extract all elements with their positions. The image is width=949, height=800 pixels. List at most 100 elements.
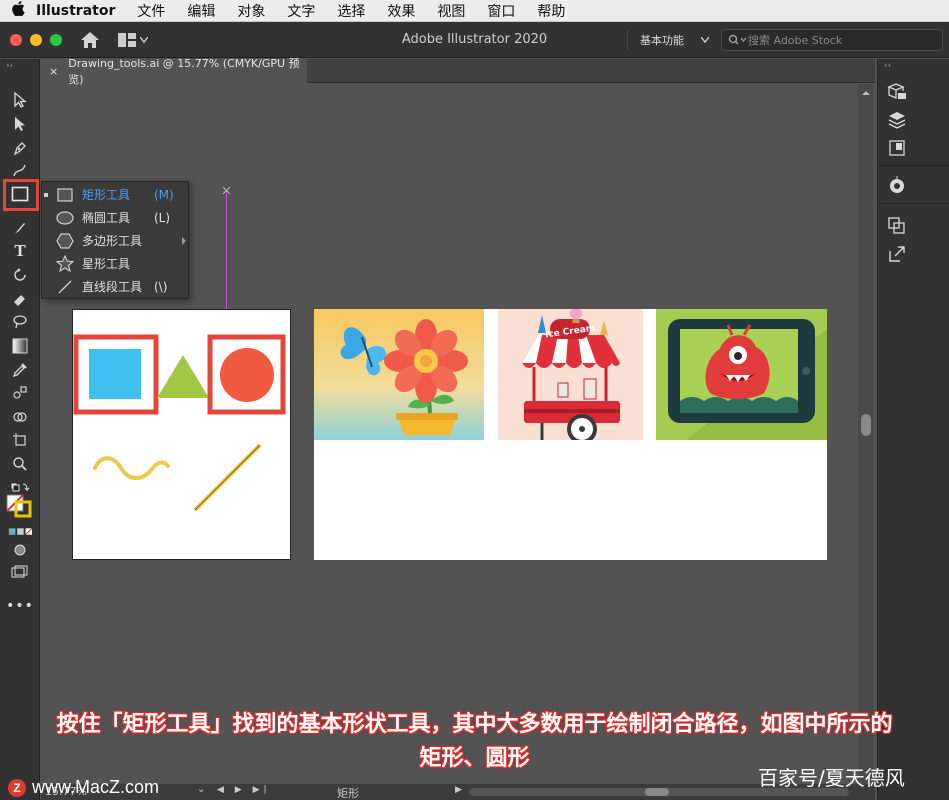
menu-select[interactable]: 选择 — [337, 1, 365, 21]
shape-tools-flyout: 矩形工具 (M) 椭圆工具 (L) 多边形工具 星形工具 直线段工具 (\) — [41, 181, 189, 299]
panel-divider — [878, 203, 949, 204]
menu-window[interactable]: 窗口 — [487, 1, 515, 21]
panel-collapse-icon[interactable]: ›› — [6, 61, 13, 71]
artboard-tool-icon[interactable] — [8, 429, 32, 451]
fill-stroke-swatch-icon[interactable] — [4, 493, 36, 519]
home-icon[interactable] — [80, 31, 100, 49]
shapes-artwork — [73, 334, 286, 512]
direct-selection-tool-icon[interactable] — [8, 113, 32, 135]
artboard-shapes[interactable] — [72, 309, 291, 560]
ellipse-icon — [54, 210, 76, 225]
rectangle-icon — [54, 187, 76, 202]
flyout-item-label: 多边形工具 — [82, 234, 143, 248]
artboard-illustrations[interactable]: Ice Cream — [314, 309, 827, 560]
gradient-tool-icon[interactable] — [8, 335, 32, 357]
rectangle-tool-highlight — [3, 179, 39, 211]
layers-panel-icon[interactable] — [886, 109, 908, 131]
flyout-item-rectangle[interactable]: 矩形工具 (M) — [42, 183, 190, 206]
star-icon — [54, 255, 76, 272]
screen-mode-icon[interactable] — [8, 561, 32, 583]
line-path-outline — [194, 444, 261, 511]
type-tool-icon[interactable]: T — [8, 240, 32, 262]
close-window-button[interactable] — [10, 33, 22, 46]
draw-mode-icon[interactable] — [8, 539, 32, 561]
menu-edit[interactable]: 编辑 — [187, 1, 215, 21]
zoom-dropdown-icon[interactable]: ⌄ — [197, 784, 205, 795]
current-tool-marker — [44, 193, 48, 197]
menu-help[interactable]: 帮助 — [537, 1, 565, 21]
flyout-item-label: 矩形工具 — [82, 188, 131, 202]
menu-app-name[interactable]: Illustrator — [36, 3, 115, 19]
line-segment-icon — [54, 279, 76, 295]
transform-panel-icon[interactable] — [886, 215, 908, 237]
lasso-tool-icon[interactable] — [8, 311, 32, 333]
macz-watermark: Z www.MacZ.com — [8, 777, 159, 798]
flyout-item-label: 直线段工具 — [82, 280, 143, 294]
curvature-tool-icon[interactable] — [8, 159, 32, 181]
flyout-item-polygon[interactable]: 多边形工具 — [42, 229, 190, 252]
menu-type[interactable]: 文字 — [287, 1, 315, 21]
arrange-documents-button[interactable] — [118, 32, 148, 47]
flyout-item-shortcut: (M) — [154, 187, 174, 202]
scroll-up-icon[interactable] — [858, 88, 874, 98]
scrollbar-thumb[interactable] — [861, 414, 871, 436]
paintbrush-tool-icon[interactable] — [8, 217, 32, 239]
menu-object[interactable]: 对象 — [237, 1, 265, 21]
blue-square-shape — [89, 349, 141, 399]
selection-tool-icon[interactable] — [8, 89, 32, 111]
document-tab-bar: × Drawing_tools.ai @ 15.77% (CMYK/GPU 预览… — [41, 57, 875, 86]
macz-watermark-text: www.MacZ.com — [32, 777, 160, 797]
arrange-documents-icon — [118, 32, 136, 47]
canvas-vertical-scrollbar[interactable] — [858, 84, 874, 784]
stock-search-input[interactable]: 搜索 Adobe Stock — [721, 29, 943, 51]
green-triangle-shape — [157, 355, 209, 398]
more-tools-icon[interactable]: ••• — [6, 595, 33, 617]
panel-collapse-icon[interactable]: ‹‹ — [884, 61, 891, 71]
blend-tool-icon[interactable] — [8, 382, 32, 404]
pen-tool-icon[interactable] — [8, 137, 32, 159]
baijiahao-watermark: 百家号/夏天德风 — [758, 766, 905, 790]
caption-line-1: 按住「矩形工具」找到的基本形状工具，其中大多数用于绘制闭合路径，如图中所示的 — [56, 712, 893, 737]
horizontal-scrollbar-thumb[interactable] — [645, 788, 669, 796]
flyout-item-line-segment[interactable]: 直线段工具 (\) — [42, 275, 190, 298]
menu-file[interactable]: 文件 — [137, 1, 165, 21]
zoom-window-button[interactable] — [50, 33, 62, 46]
color-guide-panel-icon[interactable] — [886, 175, 908, 197]
properties-panel-icon[interactable] — [886, 137, 908, 159]
tools-panel: ›› T ••• — [0, 59, 40, 800]
eraser-tool-icon[interactable] — [8, 288, 32, 310]
status-bar: 15.77% ⌄ ◀ ▶ ▶| 矩形 ▶ — [41, 784, 875, 800]
export-panel-icon[interactable] — [886, 243, 908, 265]
apple-logo-icon[interactable] — [0, 1, 36, 20]
monster-tablet-illustration — [656, 309, 827, 440]
shape-builder-tool-icon[interactable] — [8, 406, 32, 428]
rotate-tool-icon[interactable] — [8, 264, 32, 286]
flyout-item-ellipse[interactable]: 椭圆工具 (L) — [42, 206, 190, 229]
document-tab[interactable]: × Drawing_tools.ai @ 15.77% (CMYK/GPU 预览… — [41, 57, 307, 86]
artboard-nav-icons[interactable]: ◀ ▶ ▶| — [217, 785, 271, 795]
mac-menu-bar: Illustrator 文件 编辑 对象 文字 选择 效果 视图 窗口 帮助 — [0, 0, 949, 22]
current-tool-status: 矩形 — [337, 787, 359, 800]
search-icon — [728, 34, 747, 45]
close-tab-icon[interactable]: × — [49, 65, 58, 78]
panel-divider — [878, 165, 949, 166]
stock-search-placeholder: 搜索 Adobe Stock — [748, 34, 843, 47]
flyout-item-star[interactable]: 星形工具 — [42, 252, 190, 275]
window-controls — [10, 33, 62, 46]
eyedropper-tool-icon[interactable] — [8, 359, 32, 381]
flyout-item-label: 星形工具 — [82, 257, 131, 271]
status-menu-arrow-icon[interactable]: ▶ — [455, 785, 462, 795]
minimize-window-button[interactable] — [30, 33, 42, 46]
zoom-tool-icon[interactable] — [8, 453, 32, 475]
chevron-down-icon — [140, 36, 148, 43]
menu-view[interactable]: 视图 — [437, 1, 465, 21]
libraries-panel-icon[interactable] — [886, 81, 908, 103]
ice-cream-cart-illustration: Ice Cream — [498, 309, 643, 440]
flyout-item-shortcut: (\) — [154, 279, 168, 294]
menu-effect[interactable]: 效果 — [387, 1, 415, 21]
chevron-down-icon — [701, 37, 709, 43]
flyout-item-label: 椭圆工具 — [82, 211, 131, 225]
right-panel-dock: ‹‹ — [877, 59, 949, 800]
submenu-arrow-icon — [182, 237, 186, 245]
workspace-switcher[interactable]: 基本功能 — [627, 30, 709, 50]
